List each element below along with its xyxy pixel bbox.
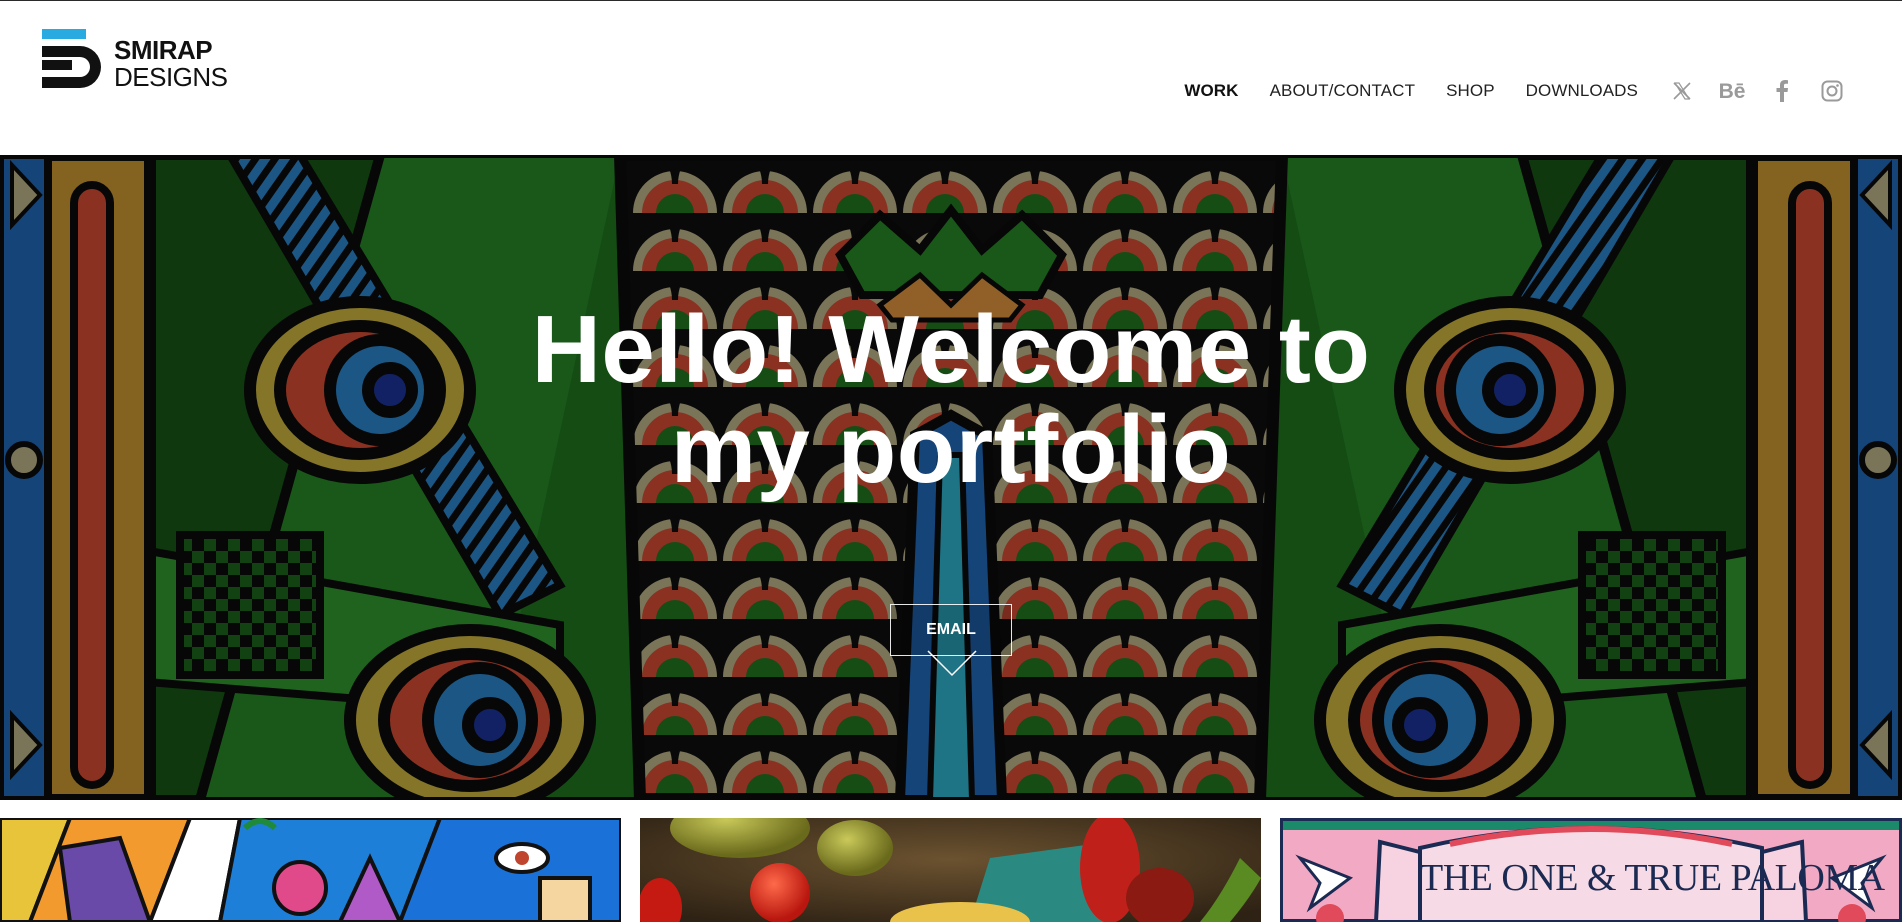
project-card-paloma[interactable]: THE ONE & TRUE PALOMA bbox=[1280, 818, 1902, 922]
project-card-pop-art[interactable] bbox=[0, 818, 621, 922]
logo-name-line2: DESIGNS bbox=[114, 62, 228, 92]
facebook-icon[interactable] bbox=[1770, 79, 1794, 103]
x-twitter-icon[interactable] bbox=[1670, 79, 1694, 103]
behance-icon[interactable]: Bē bbox=[1718, 79, 1746, 103]
instagram-icon[interactable] bbox=[1820, 79, 1844, 103]
social-links: Bē bbox=[1670, 79, 1844, 103]
project-grid: THE ONE & TRUE PALOMA bbox=[0, 818, 1902, 922]
nav-about-contact[interactable]: ABOUT/CONTACT bbox=[1270, 81, 1416, 101]
hero-title-line2: my portfolio bbox=[670, 396, 1232, 503]
project-card-vegetables[interactable] bbox=[640, 818, 1261, 922]
project-thumbnail-vegetables bbox=[640, 818, 1261, 922]
nav-work[interactable]: WORK bbox=[1184, 81, 1238, 101]
logo-name-line1: SMIRAP bbox=[114, 35, 213, 65]
logo-text: SMIRAP DESIGNS bbox=[114, 37, 228, 90]
chevron-down-icon bbox=[927, 650, 977, 677]
hero-banner: Hello! Welcome to my portfolio EMAIL bbox=[0, 155, 1902, 800]
project-thumbnail-pop-art bbox=[0, 818, 621, 922]
logo-mark-icon bbox=[42, 29, 101, 88]
paloma-poster-title: THE ONE & TRUE PALOMA bbox=[1420, 857, 1885, 899]
main-nav: WORK ABOUT/CONTACT SHOP DOWNLOADS Bē bbox=[1184, 79, 1844, 103]
nav-downloads[interactable]: DOWNLOADS bbox=[1526, 81, 1638, 101]
nav-shop[interactable]: SHOP bbox=[1446, 81, 1495, 101]
site-header: SMIRAP DESIGNS WORK ABOUT/CONTACT SHOP D… bbox=[0, 1, 1902, 155]
behance-label: Bē bbox=[1718, 79, 1746, 103]
hero-title-line1: Hello! Welcome to bbox=[531, 296, 1371, 403]
site-logo[interactable]: SMIRAP DESIGNS bbox=[42, 29, 228, 94]
hero-title: Hello! Welcome to my portfolio bbox=[0, 300, 1902, 500]
